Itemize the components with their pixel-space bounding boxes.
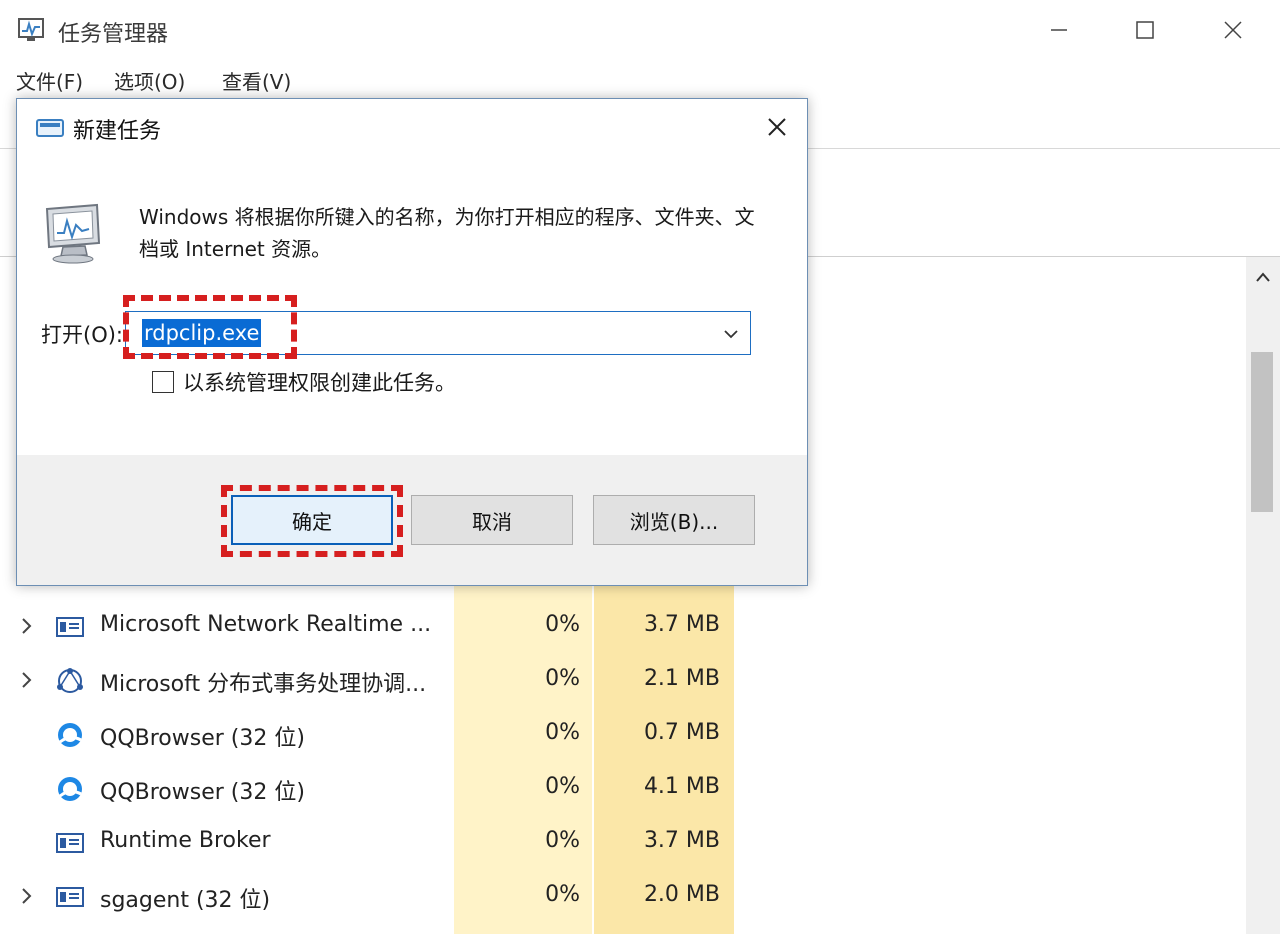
close-button[interactable]: [1198, 8, 1268, 52]
process-name: QQBrowser (32 位): [100, 780, 305, 805]
chevron-right-icon[interactable]: [18, 668, 36, 692]
service-window-icon: [54, 828, 86, 858]
process-memory: 2.0 MB: [643, 882, 720, 907]
chevron-right-icon[interactable]: [18, 614, 36, 638]
computer-monitor-icon: [39, 203, 105, 265]
minimize-button[interactable]: [1024, 8, 1094, 52]
process-name: QQBrowser (32 位): [100, 726, 305, 751]
network-nodes-icon: [54, 666, 86, 696]
menu-options[interactable]: 选项(O): [114, 66, 185, 95]
highlight-annotation-ok: [221, 485, 403, 557]
process-name: sgagent (32 位): [100, 888, 271, 913]
title-bar: 任务管理器: [0, 0, 1280, 60]
process-name: Microsoft 分布式事务处理协调...: [100, 672, 427, 697]
open-label: 打开(O):: [41, 323, 123, 347]
service-window-icon: [54, 882, 86, 912]
table-row[interactable]: Microsoft Network Realtime ... 0% 3.7 MB: [0, 600, 1246, 654]
process-cpu: 0%: [545, 774, 580, 799]
process-memory: 4.1 MB: [643, 774, 720, 799]
process-memory: 3.7 MB: [643, 612, 720, 637]
process-memory: 2.1 MB: [643, 666, 720, 691]
process-name: Microsoft Network Realtime ...: [100, 612, 432, 637]
task-manager-icon: [16, 16, 46, 44]
process-cpu: 0%: [545, 828, 580, 853]
dialog-title: 新建任务: [73, 119, 162, 144]
browse-button[interactable]: 浏览(B)...: [593, 495, 755, 545]
chevron-up-icon[interactable]: [1246, 262, 1280, 292]
scrollbar-thumb[interactable]: [1251, 352, 1273, 512]
table-row[interactable]: Runtime Broker 0% 3.7 MB: [0, 816, 1246, 870]
process-memory: 0.7 MB: [643, 720, 720, 745]
process-cpu: 0%: [545, 666, 580, 691]
table-row[interactable]: QQBrowser (32 位) 0% 0.7 MB: [0, 708, 1246, 762]
maximize-button[interactable]: [1110, 8, 1180, 52]
new-task-dialog: 新建任务 Windows 将根据你所键入的名称，为你打开相应的程序、文件夹、文档…: [16, 98, 808, 586]
chevron-right-icon[interactable]: [18, 884, 36, 908]
menu-file[interactable]: 文件(F): [16, 66, 83, 95]
admin-privilege-label: 以系统管理权限创建此任务。: [183, 371, 456, 395]
dialog-close-button[interactable]: [755, 107, 799, 147]
menu-view[interactable]: 查看(V): [222, 66, 291, 95]
chevron-down-icon[interactable]: [718, 322, 744, 346]
process-cpu: 0%: [545, 882, 580, 907]
service-window-icon: [54, 612, 86, 642]
dialog-description: Windows 将根据你所键入的名称，为你打开相应的程序、文件夹、文档或 Int…: [139, 205, 755, 261]
process-cpu: 0%: [545, 720, 580, 745]
qqbrowser-icon: [54, 720, 86, 750]
qqbrowser-icon: [54, 774, 86, 804]
menu-bar: 文件(F) 选项(O) 查看(V): [0, 60, 1280, 98]
process-cpu: 0%: [545, 612, 580, 637]
run-icon: [35, 117, 65, 139]
highlight-annotation-input: [123, 295, 297, 359]
table-row[interactable]: sgagent (32 位) 0% 2.0 MB: [0, 870, 1246, 924]
cancel-button[interactable]: 取消: [411, 495, 573, 545]
window-title: 任务管理器: [58, 22, 169, 47]
process-memory: 3.7 MB: [643, 828, 720, 853]
process-name: Runtime Broker: [100, 828, 271, 853]
table-row[interactable]: Microsoft 分布式事务处理协调... 0% 2.1 MB: [0, 654, 1246, 708]
table-row[interactable]: QQBrowser (32 位) 0% 4.1 MB: [0, 762, 1246, 816]
admin-privilege-checkbox[interactable]: [152, 371, 174, 393]
